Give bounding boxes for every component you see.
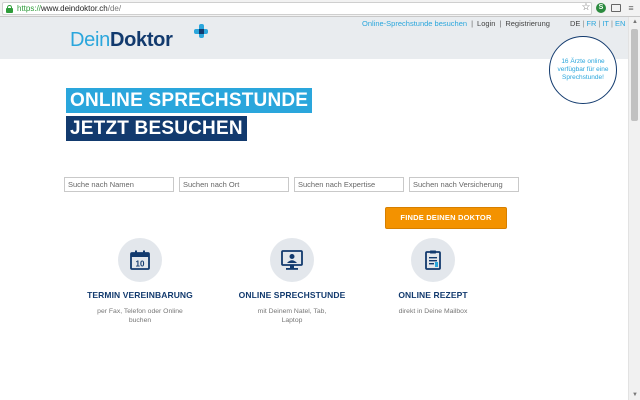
nav-register[interactable]: Registrierung: [505, 19, 550, 28]
nav-login[interactable]: Login: [477, 19, 495, 28]
search-insurance-input[interactable]: [409, 177, 519, 192]
find-doctor-button[interactable]: FINDE DEINEN DOKTOR: [385, 207, 507, 229]
feature-title: TERMIN VEREINBARUNG: [87, 290, 193, 300]
feature-online-consultation: ONLINE SPRECHSTUNDE mit Deinem Natel, Ta…: [217, 238, 367, 325]
calendar-day: 10: [136, 260, 145, 269]
monitor-doctor-icon: [270, 238, 314, 282]
lang-separator: |: [582, 19, 585, 28]
search-expertise-input[interactable]: [294, 177, 404, 192]
lang-it[interactable]: IT: [602, 19, 609, 28]
site-header: DeinDoktor Online-Sprechstunde besuchen …: [0, 17, 628, 59]
nav-separator: |: [499, 19, 502, 28]
extension-icon[interactable]: S: [596, 3, 606, 13]
logo-dein: Dein: [70, 29, 110, 51]
hero-title-line1: ONLINE SPRECHSTUNDE: [66, 88, 313, 113]
hero-title-line2: JETZT BESUCHEN: [66, 116, 247, 141]
feature-title: ONLINE SPRECHSTUNDE: [238, 290, 346, 300]
scroll-down-icon[interactable]: ▼: [629, 390, 640, 400]
lang-fr[interactable]: FR: [586, 19, 596, 28]
scroll-up-icon[interactable]: ▲: [629, 17, 640, 27]
search-place-input[interactable]: [179, 177, 289, 192]
feature-appointment: 10 TERMIN VEREINBARUNG per Fax, Telefon …: [65, 238, 215, 325]
feature-description: mit Deinem Natel, Tab, Laptop: [257, 308, 327, 324]
logo-doktor: Doktor: [109, 29, 173, 51]
feature-online-prescription: ONLINE REZEPT direkt in Deine Mailbox: [358, 238, 508, 316]
url-protocol: https://: [17, 4, 42, 13]
url-path: /de/: [107, 4, 122, 13]
logo[interactable]: DeinDoktor: [70, 29, 173, 52]
top-nav: Online-Sprechstunde besuchen | Login | R…: [362, 19, 550, 28]
browser-icons: ☆ S ≡: [581, 3, 636, 13]
lang-separator: |: [611, 19, 613, 28]
feature-description: per Fax, Telefon oder Online buchen: [97, 308, 183, 324]
prescription-icon: [411, 238, 455, 282]
nav-separator: |: [471, 19, 474, 28]
lang-en[interactable]: EN: [615, 19, 625, 28]
calendar-icon: 10: [118, 238, 162, 282]
menu-icon[interactable]: ≡: [626, 3, 636, 13]
nav-online-consultation[interactable]: Online-Sprechstunde besuchen: [362, 19, 467, 28]
page-scrollbar[interactable]: ▲ ▼: [628, 17, 640, 400]
star-icon[interactable]: ☆: [581, 3, 591, 13]
url-host: www.deindoktor.ch: [41, 4, 108, 13]
address-bar[interactable]: https://www.deindoktor.ch/de/: [2, 2, 592, 15]
lang-de[interactable]: DE: [570, 19, 580, 28]
lock-icon: [6, 4, 13, 13]
browser-toolbar: https://www.deindoktor.ch/de/ ☆ S ≡: [0, 0, 640, 17]
feature-title: ONLINE REZEPT: [398, 290, 468, 300]
doctors-online-badge[interactable]: 16 Ärzte online verfügbar für eine Sprec…: [549, 36, 617, 104]
lang-separator: |: [598, 19, 601, 28]
feature-description: direkt in Deine Mailbox: [398, 308, 468, 315]
language-switcher: DE | FR | IT | EN: [570, 19, 625, 28]
search-name-input[interactable]: [64, 177, 174, 192]
cast-icon[interactable]: [611, 4, 621, 12]
logo-cross-icon: [194, 24, 208, 38]
scroll-thumb[interactable]: [631, 29, 638, 121]
